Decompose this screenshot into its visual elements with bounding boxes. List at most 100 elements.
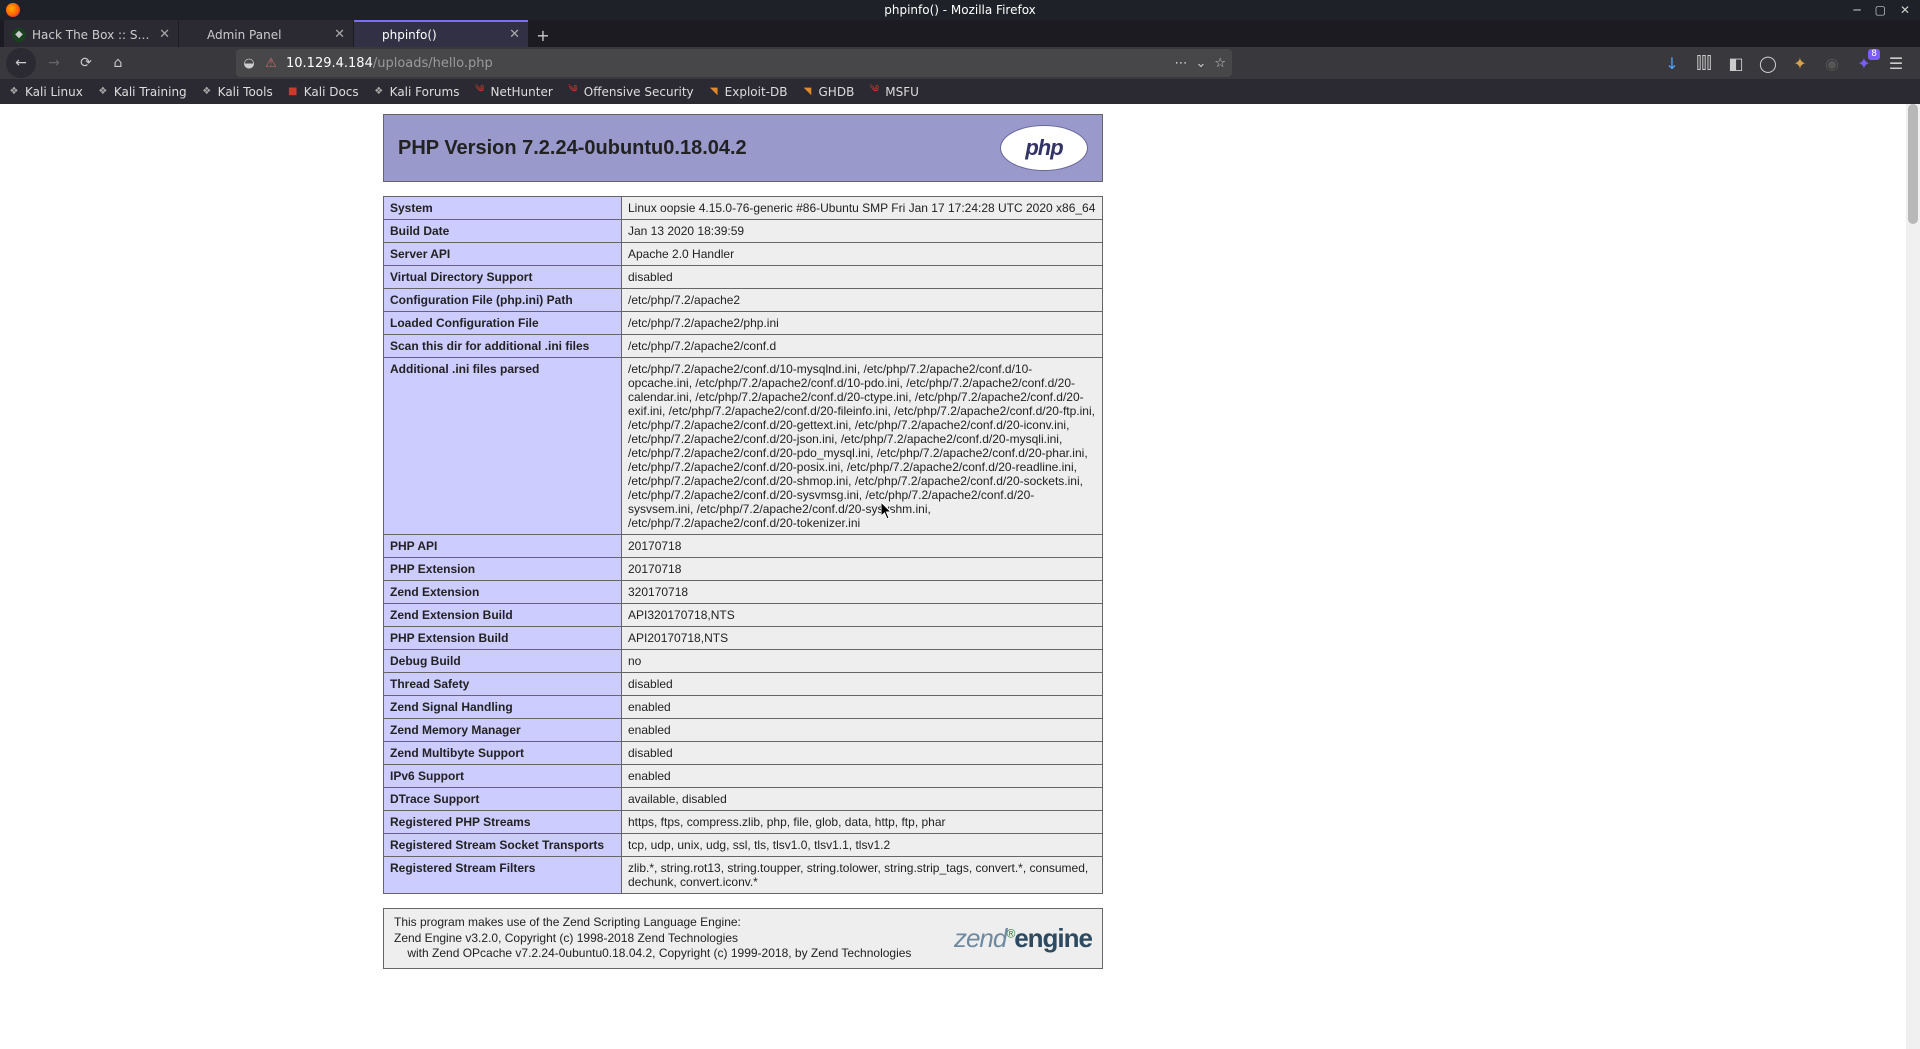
phpinfo-row: Configuration File (php.ini) Path/etc/ph… — [384, 289, 1103, 312]
red-icon: ■ — [287, 86, 299, 98]
vertical-scrollbar[interactable] — [1906, 104, 1920, 1049]
phpinfo-value: enabled — [622, 719, 1103, 742]
url-bar[interactable]: ◒ ⚠ 10.129.4.184/uploads/hello.php ⋯ ⌄ ☆ — [236, 49, 1232, 77]
phpinfo-key: Registered PHP Streams — [384, 811, 622, 834]
phpinfo-key: Registered Stream Filters — [384, 857, 622, 894]
phpinfo-row: Virtual Directory Supportdisabled — [384, 266, 1103, 289]
phpinfo-value: available, disabled — [622, 788, 1103, 811]
browser-tab[interactable]: ◆Hack The Box :: Starting P✕ — [4, 20, 178, 47]
tab-label: Admin Panel — [207, 28, 328, 42]
bookmark-label: Kali Linux — [25, 85, 83, 99]
phpinfo-value: Jan 13 2020 18:39:59 — [622, 220, 1103, 243]
phpinfo-key: PHP API — [384, 535, 622, 558]
pocket-icon[interactable]: ⌄ — [1195, 56, 1206, 71]
phpinfo-row: Additional .ini files parsed/etc/php/7.2… — [384, 358, 1103, 535]
phpinfo-row: Zend Signal Handlingenabled — [384, 696, 1103, 719]
os-titlebar: phpinfo() - Mozilla Firefox ─ ▢ ✕ — [0, 0, 1920, 20]
close-tab-icon[interactable]: ✕ — [509, 27, 520, 42]
bookmark-label: Offensive Security — [584, 85, 694, 99]
phpinfo-row: Zend Multibyte Supportdisabled — [384, 742, 1103, 765]
close-window-button[interactable]: ✕ — [1900, 3, 1910, 17]
url-text: 10.129.4.184/uploads/hello.php — [286, 56, 1166, 71]
zend-logo-icon: zend®engine — [954, 923, 1092, 954]
ext-badge: 8 — [1868, 49, 1880, 60]
phpinfo-row: SystemLinux oopsie 4.15.0-76-generic #86… — [384, 197, 1103, 220]
nav-toolbar: ← → ⟳ ⌂ ◒ ⚠ 10.129.4.184/uploads/hello.p… — [0, 47, 1920, 79]
dragon-icon: ༄ — [567, 86, 579, 98]
orange-icon: ◥ — [708, 86, 720, 98]
back-button[interactable]: ← — [6, 48, 36, 78]
bookmark-label: MSFU — [885, 85, 919, 99]
tab-label: Hack The Box :: Starting P — [32, 28, 153, 42]
bookmarks-bar: ❖ Kali Linux ❖Kali Training ❖Kali Tools ■Kal… — [0, 79, 1920, 104]
phpinfo-value: 20170718 — [622, 535, 1103, 558]
kali-icon: ❖ — [201, 86, 213, 98]
bookmark-item[interactable]: ◥Exploit-DB — [708, 85, 788, 99]
phpinfo-key: Debug Build — [384, 650, 622, 673]
tab-strip: ◆Hack The Box :: Starting P✕Admin Panel✕… — [0, 20, 1920, 47]
phpinfo-row: Scan this dir for additional .ini files/… — [384, 335, 1103, 358]
ext1-icon[interactable]: ✦ — [1790, 53, 1810, 73]
sidebar-icon[interactable]: ◧ — [1726, 53, 1746, 73]
phpinfo-row: Build DateJan 13 2020 18:39:59 — [384, 220, 1103, 243]
browser-tab[interactable]: Admin Panel ✕ — [179, 20, 353, 47]
library-icon[interactable]: ⫿⫿⫿ — [1694, 53, 1714, 73]
bookmark-item[interactable]: ■Kali Docs — [287, 85, 359, 99]
maximize-button[interactable]: ▢ — [1875, 3, 1886, 17]
phpinfo-value: enabled — [622, 765, 1103, 788]
reload-button[interactable]: ⟳ — [72, 49, 100, 77]
close-tab-icon[interactable]: ✕ — [334, 27, 345, 42]
phpinfo-key: Zend Multibyte Support — [384, 742, 622, 765]
bookmark-item[interactable]: ◥GHDB — [802, 85, 855, 99]
phpinfo-row: Registered Stream Socket Transportstcp, … — [384, 834, 1103, 857]
scrollbar-thumb[interactable] — [1908, 104, 1918, 224]
phpinfo-value: API20170718,NTS — [622, 627, 1103, 650]
dragon-icon: ༄ — [868, 86, 880, 98]
bookmark-item[interactable]: ༄ MSFU — [868, 85, 919, 99]
phpinfo-key: Configuration File (php.ini) Path — [384, 289, 622, 312]
phpinfo-value: https, ftps, compress.zlib, php, file, g… — [622, 811, 1103, 834]
firefox-icon — [6, 3, 20, 17]
bookmark-star-icon[interactable]: ☆ — [1214, 56, 1226, 71]
phpinfo-value: API320170718,NTS — [622, 604, 1103, 627]
phpinfo-value: /etc/php/7.2/apache2/conf.d — [622, 335, 1103, 358]
new-tab-button[interactable]: + — [529, 23, 557, 47]
phpinfo-value: 20170718 — [622, 558, 1103, 581]
browser-tab[interactable]: phpinfo()✕ — [354, 20, 528, 47]
bookmark-item[interactable]: ❖Kali Forums — [373, 85, 460, 99]
phpinfo-value: disabled — [622, 673, 1103, 696]
shield-icon: ◒ — [242, 56, 256, 70]
phpinfo-header: PHP Version 7.2.24-0ubuntu0.18.04.2 php — [383, 114, 1103, 182]
phpinfo-page: PHP Version 7.2.24-0ubuntu0.18.04.2 php … — [0, 104, 1486, 1009]
kali-icon: ❖ — [8, 86, 20, 98]
phpinfo-key: IPv6 Support — [384, 765, 622, 788]
bookmark-item[interactable]: ❖Kali Tools — [201, 85, 273, 99]
bookmark-label: NetHunter — [490, 85, 552, 99]
ext3-icon[interactable]: ✦8 — [1854, 53, 1874, 73]
phpinfo-key: Loaded Configuration File — [384, 312, 622, 335]
minimize-button[interactable]: ─ — [1853, 3, 1860, 17]
home-button[interactable]: ⌂ — [104, 49, 132, 77]
bookmark-item[interactable]: ༄ Offensive Security — [567, 85, 694, 99]
page-actions-icon[interactable]: ⋯ — [1174, 56, 1187, 71]
phpinfo-value: enabled — [622, 696, 1103, 719]
phpinfo-value: no — [622, 650, 1103, 673]
phpinfo-row: Thread Safetydisabled — [384, 673, 1103, 696]
ext2-icon[interactable]: ◉ — [1822, 53, 1842, 73]
bookmark-item[interactable]: ❖Kali Training — [97, 85, 187, 99]
phpinfo-key: Server API — [384, 243, 622, 266]
forward-button[interactable]: → — [40, 49, 68, 77]
phpinfo-row: Server APIApache 2.0 Handler — [384, 243, 1103, 266]
account-icon[interactable]: ◯ — [1758, 53, 1778, 73]
phpinfo-row: PHP Extension20170718 — [384, 558, 1103, 581]
close-tab-icon[interactable]: ✕ — [159, 27, 170, 42]
phpinfo-key: Build Date — [384, 220, 622, 243]
downloads-icon[interactable]: ↓ — [1662, 53, 1682, 73]
blank-favicon-icon — [362, 28, 376, 42]
bookmark-item[interactable]: ༄NetHunter — [473, 85, 552, 99]
zend-text: This program makes use of the Zend Scrip… — [394, 915, 911, 962]
hamburger-menu-icon[interactable]: ☰ — [1886, 53, 1906, 73]
bookmark-label: GHDB — [819, 85, 855, 99]
bookmark-item[interactable]: ❖ Kali Linux — [8, 85, 83, 99]
phpinfo-key: PHP Extension Build — [384, 627, 622, 650]
